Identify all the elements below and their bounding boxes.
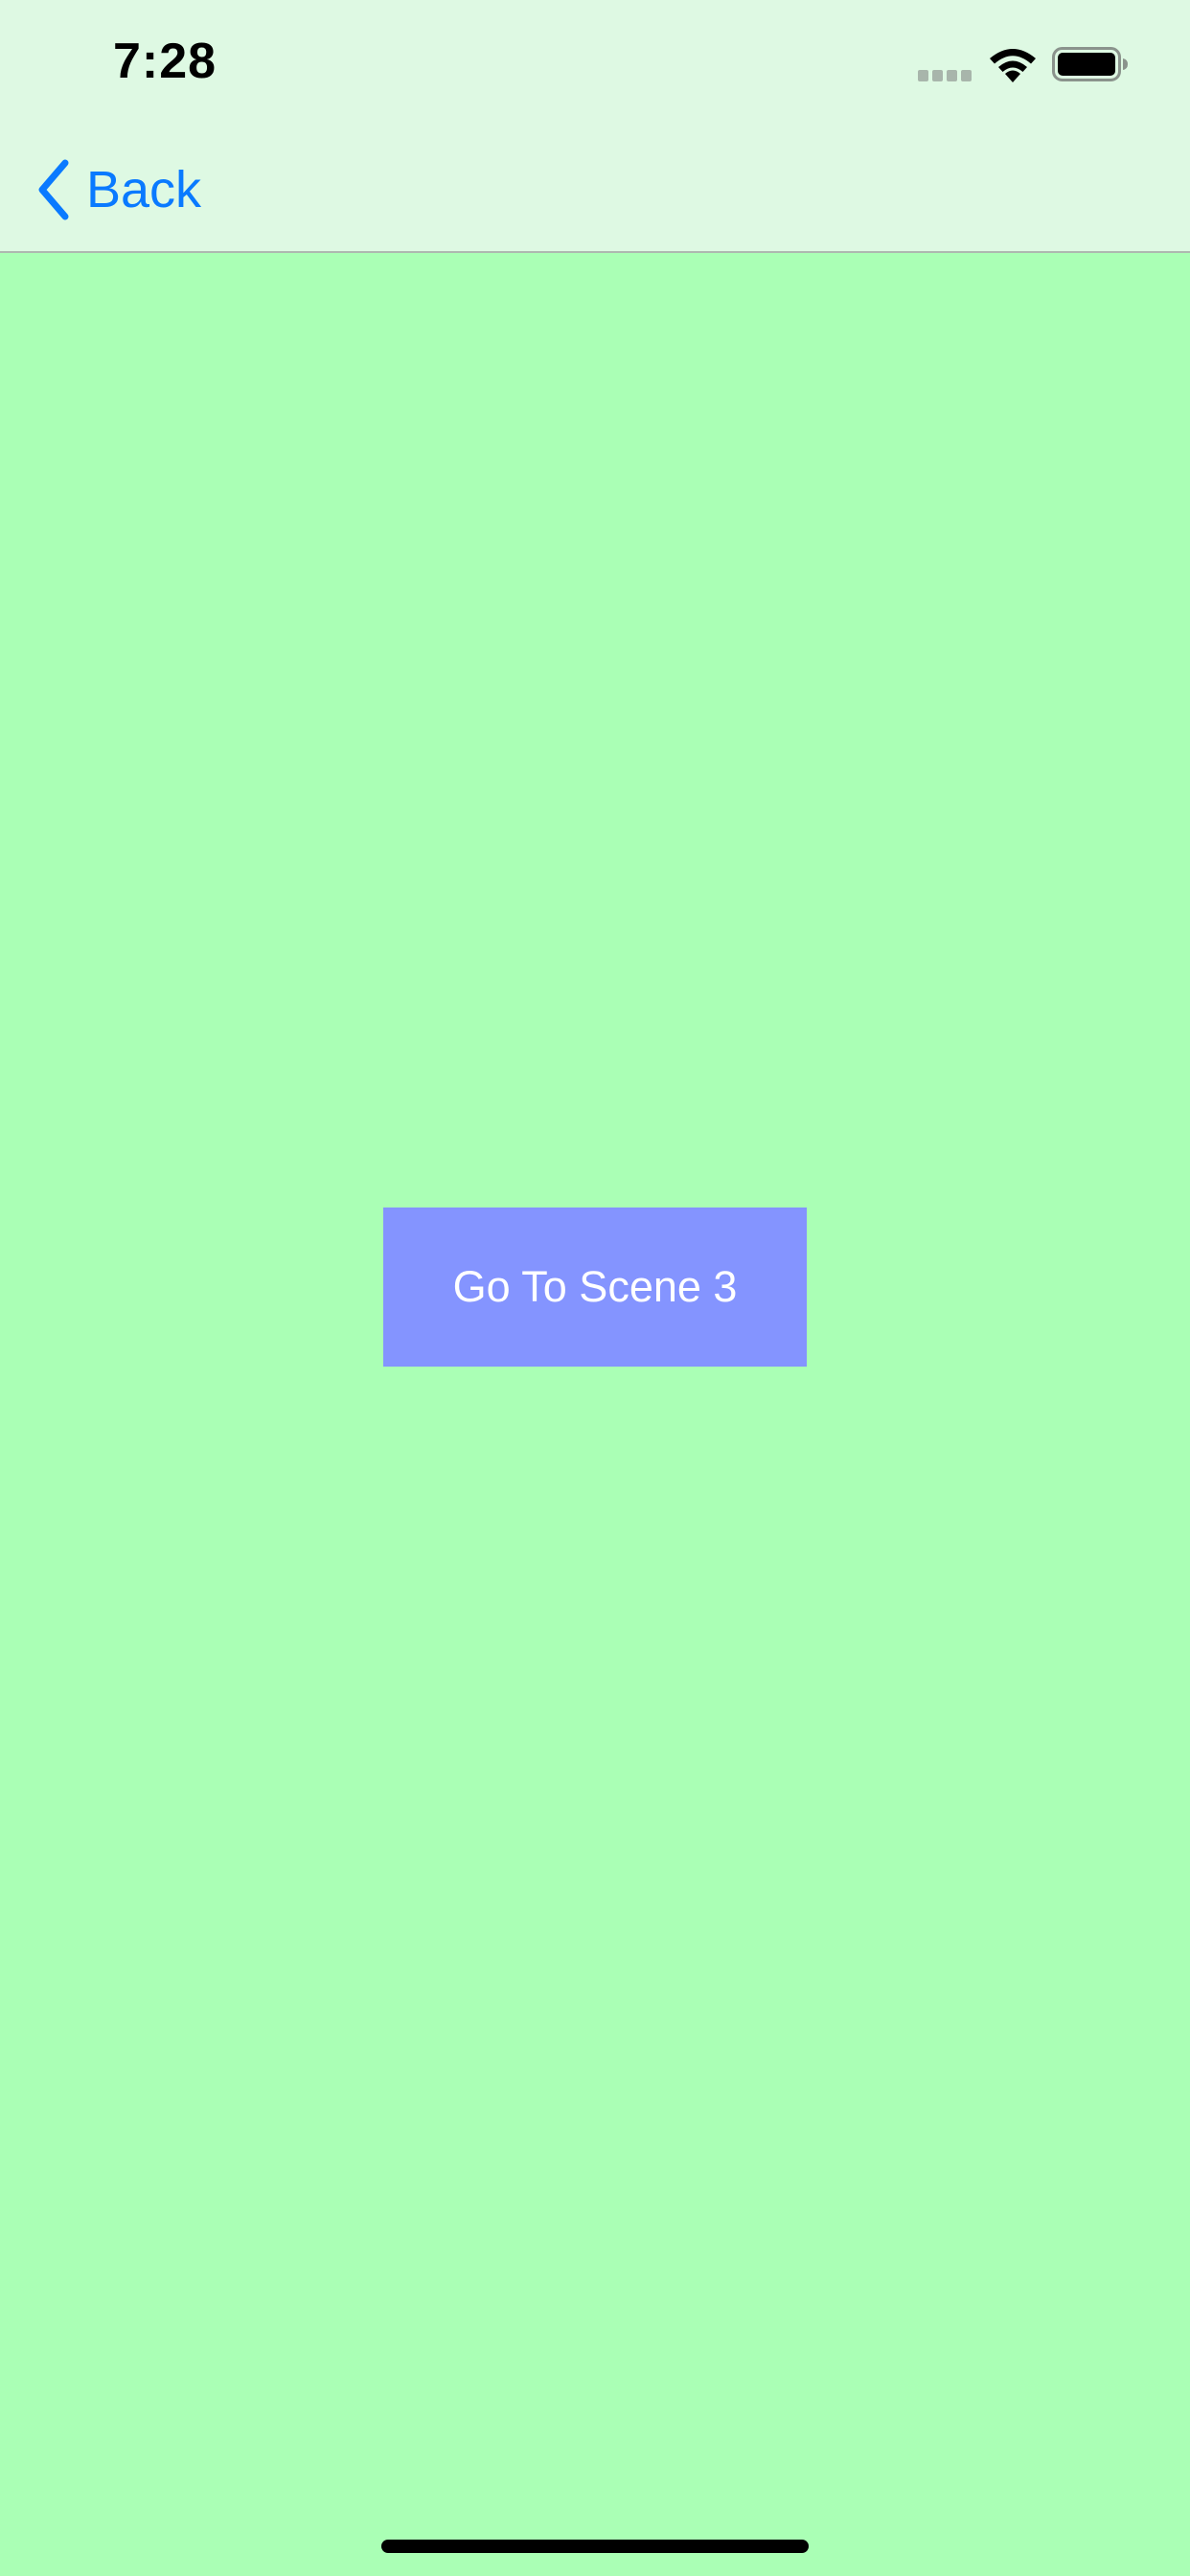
back-label: Back [86,161,202,218]
cellular-signal-icon [918,70,972,81]
status-time: 7:28 [113,34,217,89]
wifi-icon [990,49,1036,82]
screen: 7:28 Back Go To Scene 3 [0,0,1190,2576]
chevron-left-icon [38,159,69,220]
go-to-scene-3-button[interactable]: Go To Scene 3 [383,1208,807,1367]
back-button[interactable]: Back [34,153,201,226]
top-bar: 7:28 Back [0,0,1190,253]
battery-icon [1052,47,1128,81]
home-indicator[interactable] [381,2540,809,2553]
